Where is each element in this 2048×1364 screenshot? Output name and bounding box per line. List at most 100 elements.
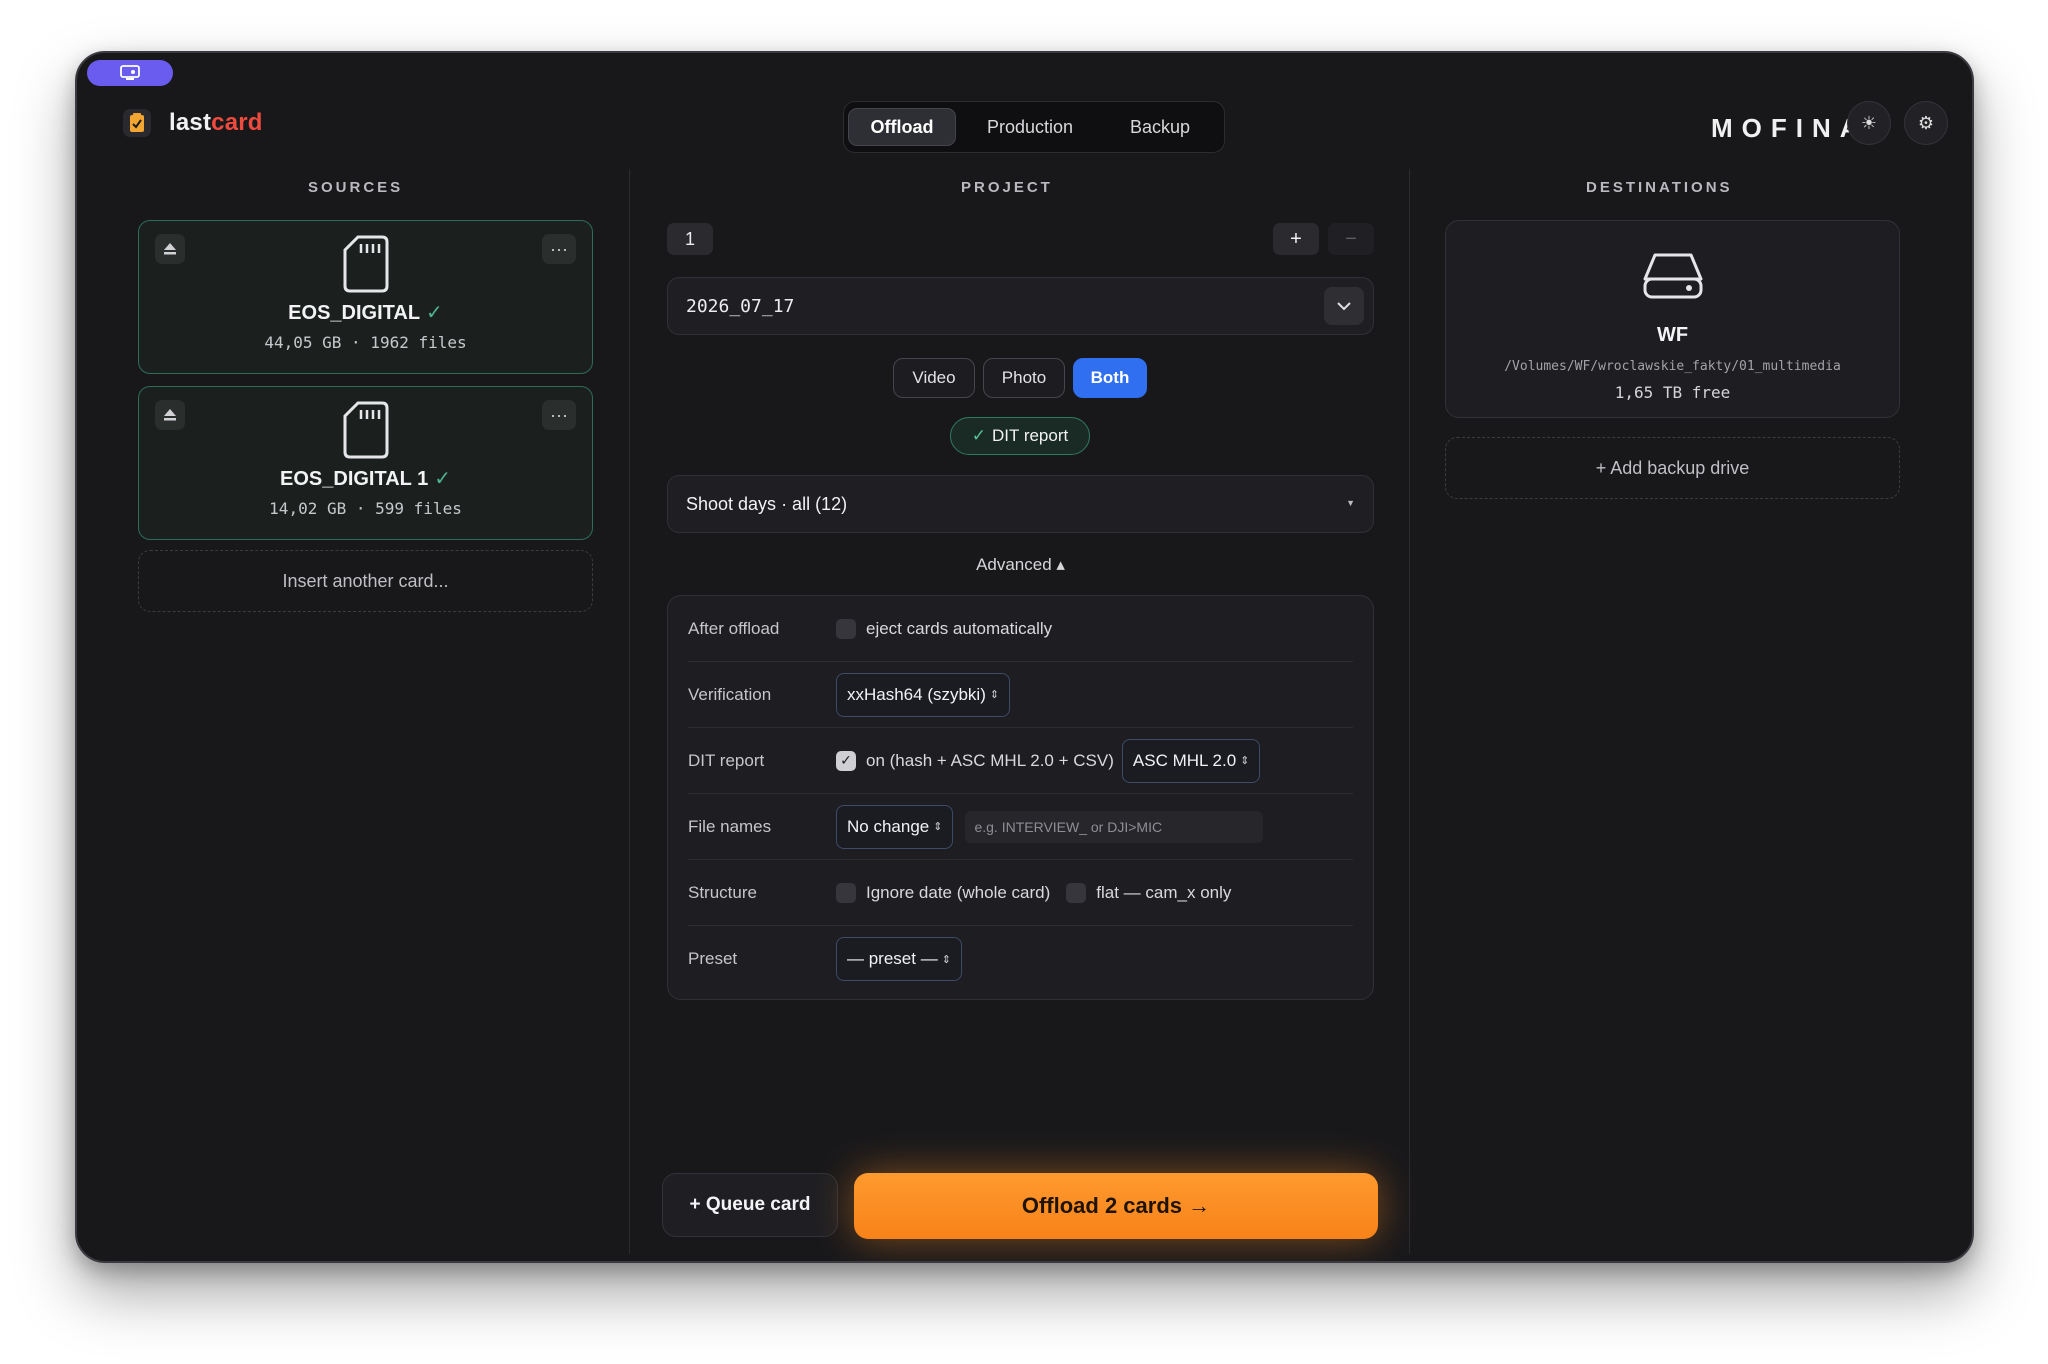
dit-report-option: on (hash + ASC MHL 2.0 + CSV): [866, 750, 1114, 770]
shoot-days-select[interactable]: Shoot days · all (12) ▼: [667, 475, 1374, 533]
card-name: EOS_DIGITAL ✓: [139, 300, 592, 325]
sd-card-icon: [343, 401, 389, 459]
eject-icon: [164, 409, 176, 421]
dit-report-row-label: DIT report: [688, 750, 765, 770]
ellipsis-icon: ···: [550, 238, 568, 259]
eject-auto-checkbox[interactable]: [836, 618, 856, 639]
eject-icon: [164, 243, 176, 255]
queue-card-button[interactable]: + Queue card: [662, 1173, 838, 1237]
tab-production[interactable]: Production: [960, 108, 1100, 146]
dit-report-row: DIT report ✓ on (hash + ASC MHL 2.0 + CS…: [688, 728, 1353, 794]
dit-format-select[interactable]: ASC MHL 2.0 ⇕: [1121, 738, 1261, 783]
rename-pattern-input[interactable]: e.g. INTERVIEW_ or DJI>MIC: [965, 810, 1264, 843]
verification-label: Verification: [688, 684, 772, 704]
preset-row: Preset — preset — ⇕: [688, 926, 1353, 992]
card-name-text: EOS_DIGITAL 1: [280, 468, 429, 490]
flat-structure-checkbox[interactable]: [1066, 882, 1087, 903]
check-icon: ✓: [426, 302, 443, 324]
column-divider: [1409, 169, 1410, 1254]
caret-down-icon: ▼: [1346, 498, 1355, 508]
check-icon: ✓: [434, 468, 451, 490]
mode-tabs: Offload Production Backup: [843, 101, 1225, 153]
hard-drive-icon: [1643, 253, 1703, 299]
shoot-days-value: Shoot days · all (12): [686, 494, 848, 514]
app-name-part1: last: [169, 109, 212, 136]
ignore-date-checkbox[interactable]: [836, 882, 856, 903]
add-project-button[interactable]: +: [1273, 223, 1319, 255]
check-icon: ✓: [971, 426, 987, 445]
eject-button[interactable]: [155, 234, 185, 264]
destinations-title: DESTINATIONS: [1586, 179, 1733, 196]
source-card[interactable]: ··· EOS_DIGITAL ✓ 44,05 GB · 1962 files: [138, 220, 593, 374]
eject-auto-label: eject cards automatically: [866, 618, 1053, 638]
project-folder-value: 2026_07_17: [686, 296, 795, 317]
updown-icon: ⇕: [1240, 755, 1250, 767]
structure-label: Structure: [688, 882, 757, 902]
eject-button[interactable]: [155, 400, 185, 430]
sources-title: SOURCES: [308, 179, 404, 196]
card-name-text: EOS_DIGITAL: [288, 302, 421, 324]
more-button[interactable]: ···: [542, 400, 576, 430]
project-folder-field[interactable]: 2026_07_17: [667, 277, 1374, 335]
media-photo-button[interactable]: Photo: [983, 358, 1065, 398]
source-card[interactable]: ··· EOS_DIGITAL 1 ✓ 14,02 GB · 599 files: [138, 386, 593, 540]
drive-path: /Volumes/WF/wroclawskie_fakty/01_multime…: [1504, 359, 1841, 374]
updown-icon: ⇕: [933, 821, 943, 833]
app-name: lastcard: [169, 109, 263, 137]
project-title: PROJECT: [961, 179, 1053, 196]
tab-backup[interactable]: Backup: [1104, 108, 1216, 146]
add-backup-drive-button[interactable]: + Add backup drive: [1445, 437, 1900, 499]
offload-button[interactable]: Offload 2 cards →: [854, 1173, 1378, 1239]
advanced-toggle[interactable]: Advanced ▴: [667, 555, 1374, 575]
card-name: EOS_DIGITAL 1 ✓: [139, 466, 592, 491]
dit-format-value: ASC MHL 2.0: [1132, 750, 1237, 770]
app-logo-icon: [123, 109, 151, 137]
media-video-button[interactable]: Video: [893, 358, 975, 398]
settings-button[interactable]: ⚙: [1904, 101, 1948, 145]
ignore-date-label: Ignore date (whole card): [866, 882, 1051, 902]
card-meta: 14,02 GB · 599 files: [269, 499, 462, 518]
screen-share-indicator[interactable]: [87, 60, 173, 86]
file-names-label: File names: [688, 816, 772, 836]
file-names-select[interactable]: No change ⇕: [836, 804, 954, 849]
gear-icon: ⚙: [1917, 112, 1935, 133]
after-offload-row: After offload eject cards automatically: [688, 596, 1353, 662]
dit-report-toggle[interactable]: ✓ DIT report: [950, 417, 1090, 455]
drive-free-space: 1,65 TB free: [1614, 383, 1731, 402]
verification-select[interactable]: xxHash64 (szybki) ⇕: [836, 672, 1011, 717]
advanced-panel: After offload eject cards automatically …: [667, 595, 1374, 1000]
media-both-button[interactable]: Both: [1073, 358, 1147, 398]
verification-row: Verification xxHash64 (szybki) ⇕: [688, 662, 1353, 728]
monitor-icon: [120, 65, 140, 80]
drive-name: WF: [1656, 324, 1689, 346]
preset-select[interactable]: — preset — ⇕: [836, 937, 962, 981]
structure-row: Structure Ignore date (whole card) flat …: [688, 860, 1353, 926]
card-meta: 44,05 GB · 1962 files: [264, 333, 467, 352]
remove-project-button[interactable]: −: [1328, 223, 1374, 255]
preset-label: Preset: [688, 949, 738, 968]
ellipsis-icon: ···: [550, 404, 568, 425]
app-name-part2: card: [211, 109, 263, 136]
preset-value: — preset —: [847, 949, 938, 968]
dit-report-label: DIT report: [992, 426, 1069, 445]
more-button[interactable]: ···: [542, 234, 576, 264]
app-window: lastcard Offload Production Backup MOFIN…: [75, 51, 1974, 1263]
app-brand: lastcard: [123, 109, 263, 137]
chevron-down-icon: [1337, 302, 1351, 311]
updown-icon: ⇕: [989, 689, 1000, 701]
project-number[interactable]: 1: [667, 223, 713, 255]
after-offload-label: After offload: [688, 618, 780, 638]
dit-report-checkbox[interactable]: ✓: [836, 750, 856, 771]
verification-value: xxHash64 (szybki): [847, 684, 986, 704]
flat-structure-label: flat — cam_x only: [1096, 882, 1232, 902]
updown-icon: ⇕: [941, 953, 951, 966]
sd-card-icon: [343, 235, 389, 293]
file-names-row: File names No change ⇕ e.g. INTERVIEW_ or…: [688, 794, 1353, 860]
insert-card-placeholder[interactable]: Insert another card...: [138, 550, 593, 612]
destination-drive-card[interactable]: WF /Volumes/WF/wroclawskie_fakty/01_mult…: [1445, 220, 1900, 418]
sun-icon: ☀: [1860, 112, 1878, 133]
project-dropdown-button[interactable]: [1324, 287, 1364, 325]
tab-offload[interactable]: Offload: [848, 108, 956, 146]
file-names-value: No change: [847, 816, 930, 836]
theme-toggle-button[interactable]: ☀: [1847, 101, 1891, 145]
